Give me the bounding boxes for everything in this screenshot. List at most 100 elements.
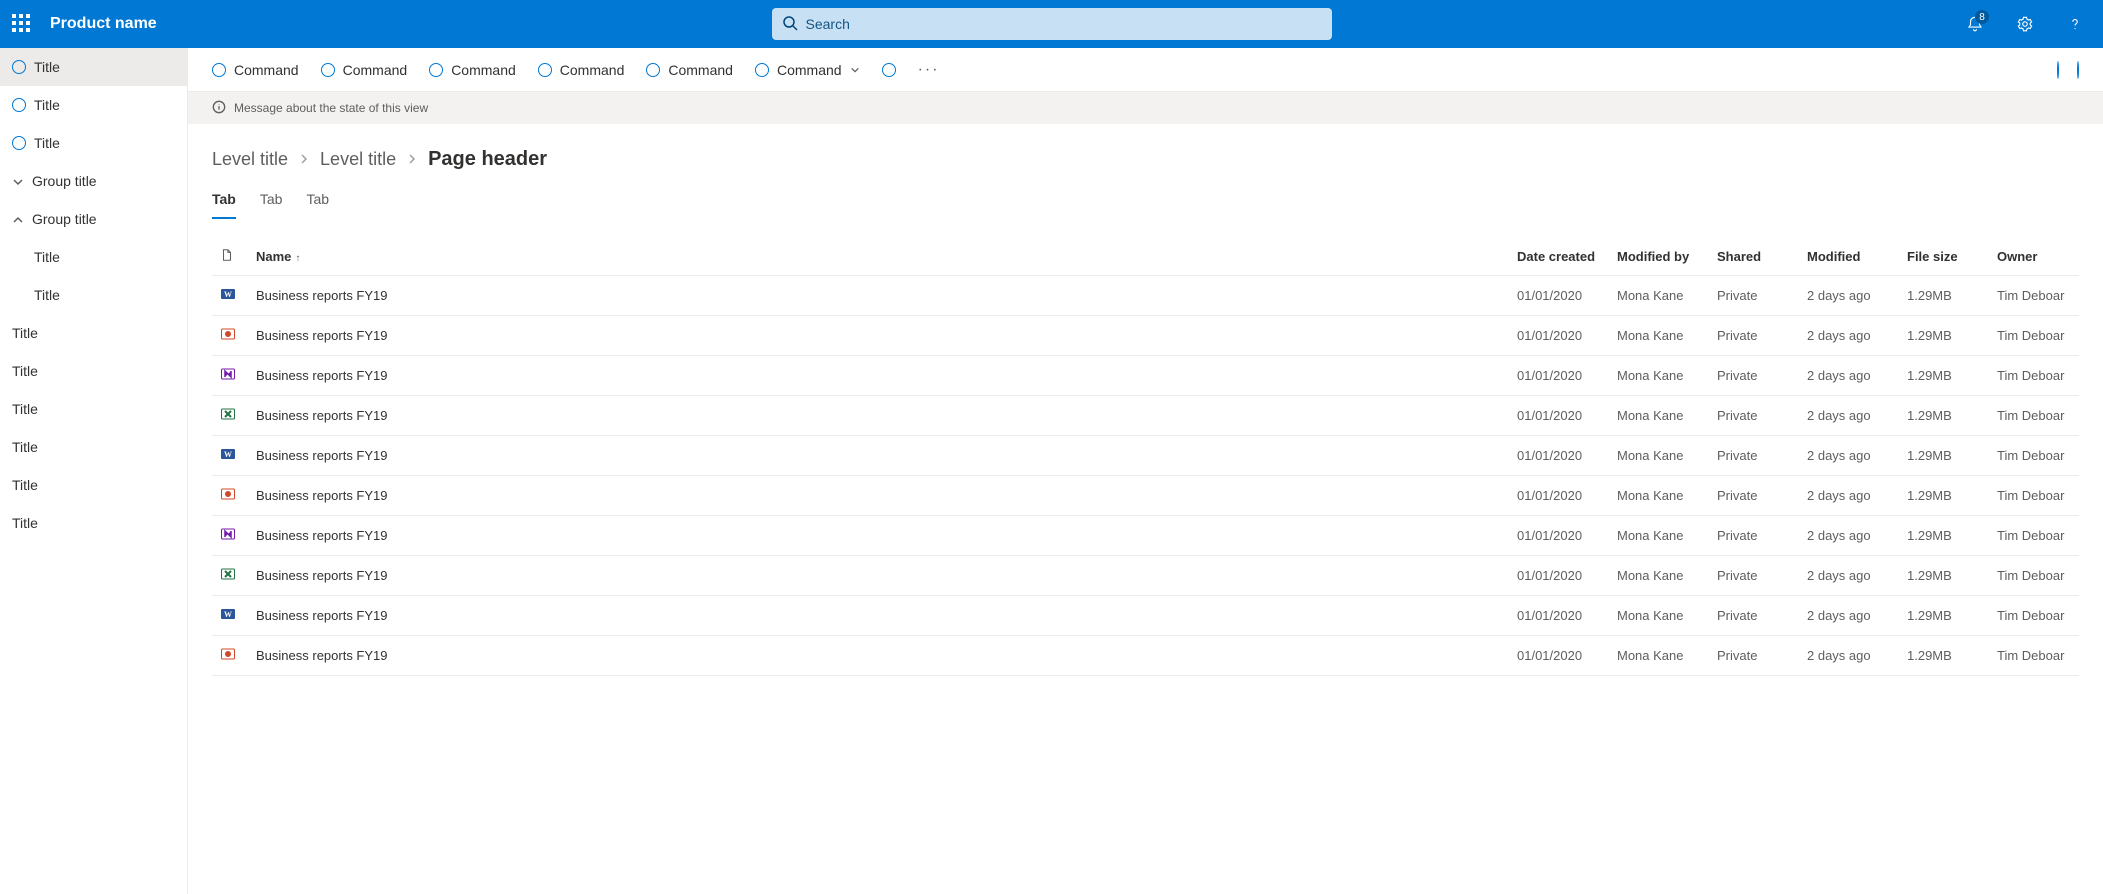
app-launcher-icon[interactable] [12,14,32,34]
column-header-label: Modified [1807,249,1860,264]
column-header-filetype[interactable] [212,238,248,276]
nav-item[interactable]: Title [0,314,187,352]
table-row[interactable]: WBusiness reports FY1901/01/2020Mona Kan… [212,276,2079,316]
cell-name[interactable]: Business reports FY19 [248,356,1509,396]
cell-filetype [212,316,248,356]
nav-group-header[interactable]: Group title [0,162,187,200]
column-header-name[interactable]: Name↑ [248,238,1509,276]
cell-modified-by: Mona Kane [1609,476,1709,516]
onenote-file-icon [220,526,236,542]
settings-button[interactable] [2009,8,2041,40]
cell-name[interactable]: Business reports FY19 [248,476,1509,516]
command-icon-button[interactable] [882,63,896,77]
svg-text:W: W [224,290,232,299]
nav-item-label: Title [34,97,60,113]
cell-owner: Tim Deboar [1989,436,2079,476]
page-header: Page header [428,148,547,171]
cell-modified-by: Mona Kane [1609,396,1709,436]
cell-file-size: 1.29MB [1899,276,1989,316]
column-header-owner[interactable]: Owner [1989,238,2079,276]
nav-item[interactable]: Title [0,48,187,86]
table-row[interactable]: Business reports FY1901/01/2020Mona Kane… [212,356,2079,396]
cell-modified-by: Mona Kane [1609,436,1709,476]
message-bar-text: Message about the state of this view [234,101,428,115]
table-row[interactable]: Business reports FY1901/01/2020Mona Kane… [212,316,2079,356]
nav-item[interactable]: Title [0,466,187,504]
cell-date-created: 01/01/2020 [1509,516,1609,556]
search-box[interactable] [772,8,1332,40]
command-button[interactable]: Command [646,62,733,78]
column-header-label: Owner [1997,249,2037,264]
cell-filetype [212,476,248,516]
nav-sub-item[interactable]: Title [0,238,187,276]
command-button[interactable]: Command [321,62,408,78]
nav-item[interactable]: Title [0,428,187,466]
command-button[interactable]: Command [212,62,299,78]
cell-file-size: 1.29MB [1899,356,1989,396]
cell-owner: Tim Deboar [1989,356,2079,396]
column-header-file_size[interactable]: File size [1899,238,1989,276]
cell-name[interactable]: Business reports FY19 [248,596,1509,636]
search-input[interactable] [806,16,1322,32]
cell-name[interactable]: Business reports FY19 [248,436,1509,476]
cell-name[interactable]: Business reports FY19 [248,556,1509,596]
overflow-button[interactable]: ··· [918,61,940,79]
command-button[interactable]: Command [429,62,516,78]
cell-modified: 2 days ago [1799,356,1899,396]
tab[interactable]: Tab [306,185,329,219]
word-file-icon: W [220,606,236,622]
nav-item[interactable]: Title [0,124,187,162]
cell-name[interactable]: Business reports FY19 [248,636,1509,676]
tab[interactable]: Tab [212,185,236,219]
cell-modified: 2 days ago [1799,476,1899,516]
column-header-shared[interactable]: Shared [1709,238,1799,276]
cell-modified-by: Mona Kane [1609,276,1709,316]
svg-text:W: W [224,450,232,459]
notifications-button[interactable]: 8 [1959,8,1991,40]
cell-name[interactable]: Business reports FY19 [248,516,1509,556]
content-area: Level title Level title Page header Tab Tab… [188,124,2103,894]
onenote-file-icon [220,366,236,382]
breadcrumb-item[interactable]: Level title [320,149,396,170]
table-row[interactable]: Business reports FY1901/01/2020Mona Kane… [212,396,2079,436]
cell-modified-by: Mona Kane [1609,556,1709,596]
notification-badge: 8 [1975,10,1989,24]
column-header-modified_by[interactable]: Modified by [1609,238,1709,276]
cell-owner: Tim Deboar [1989,316,2079,356]
cell-name[interactable]: Business reports FY19 [248,276,1509,316]
table-row[interactable]: WBusiness reports FY1901/01/2020Mona Kan… [212,436,2079,476]
column-header-label: Date created [1517,249,1595,264]
chevron-down-icon [12,175,24,187]
far-item-icon[interactable] [2057,62,2059,78]
cell-file-size: 1.29MB [1899,556,1989,596]
table-row[interactable]: Business reports FY1901/01/2020Mona Kane… [212,556,2079,596]
far-item-icon[interactable] [2077,62,2079,78]
cell-shared: Private [1709,396,1799,436]
cell-owner: Tim Deboar [1989,516,2079,556]
nav-item[interactable]: Title [0,352,187,390]
svg-text:W: W [224,610,232,619]
cell-name[interactable]: Business reports FY19 [248,316,1509,356]
table-row[interactable]: Business reports FY1901/01/2020Mona Kane… [212,516,2079,556]
breadcrumb-item[interactable]: Level title [212,149,288,170]
table-row[interactable]: WBusiness reports FY1901/01/2020Mona Kan… [212,596,2079,636]
column-header-modified[interactable]: Modified [1799,238,1899,276]
column-header-date_created[interactable]: Date created [1509,238,1609,276]
nav-group-header[interactable]: Group title [0,200,187,238]
command-button[interactable]: Command [755,62,860,78]
command-button[interactable]: Command [538,62,625,78]
cell-owner: Tim Deboar [1989,596,2079,636]
table-row[interactable]: Business reports FY1901/01/2020Mona Kane… [212,636,2079,676]
help-button[interactable] [2059,8,2091,40]
nav-item[interactable]: Title [0,390,187,428]
circle-icon [646,63,660,77]
excel-file-icon [220,566,236,582]
nav-item[interactable]: Title [0,504,187,542]
cell-date-created: 01/01/2020 [1509,356,1609,396]
cell-shared: Private [1709,556,1799,596]
nav-sub-item[interactable]: Title [0,276,187,314]
nav-item[interactable]: Title [0,86,187,124]
table-row[interactable]: Business reports FY1901/01/2020Mona Kane… [212,476,2079,516]
cell-name[interactable]: Business reports FY19 [248,396,1509,436]
tab[interactable]: Tab [260,185,283,219]
